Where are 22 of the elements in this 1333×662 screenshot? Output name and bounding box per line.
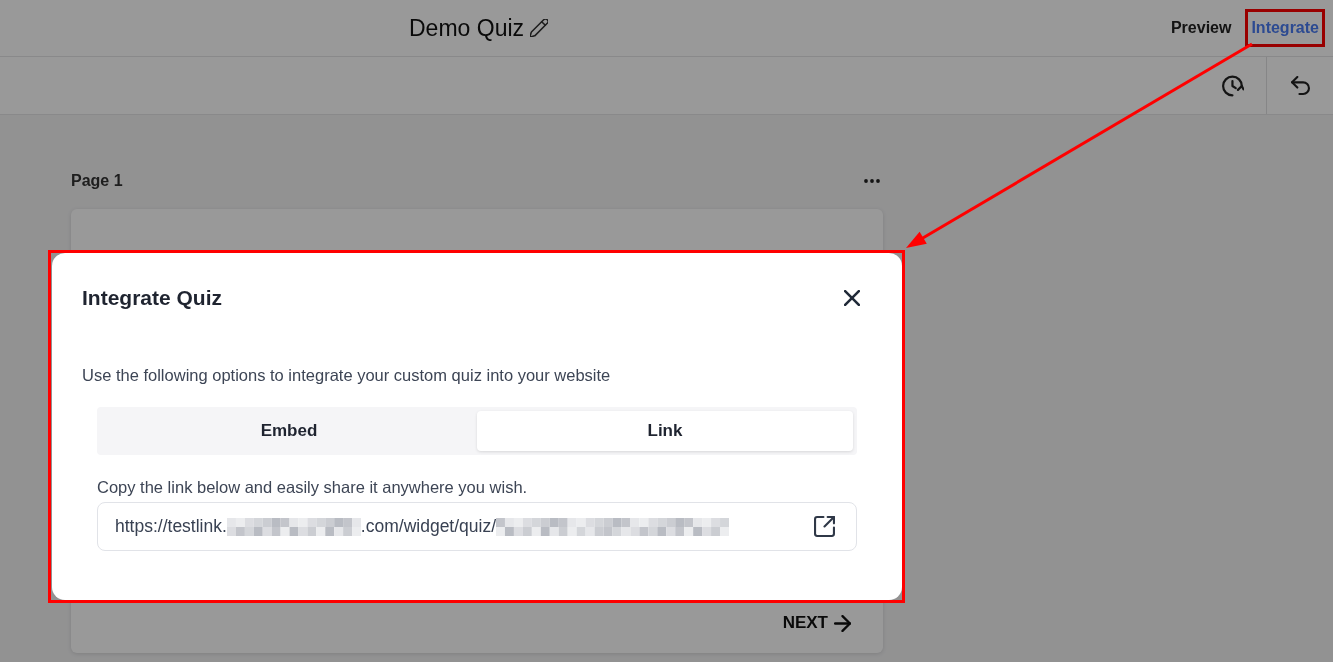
ellipsis-icon <box>864 179 880 183</box>
header-link[interactable]: Preview <box>1170 17 1232 39</box>
link-field[interactable]: https://testlink. .com/widget/quiz/ <box>97 502 857 551</box>
pixelated-redaction-icon <box>226 517 361 536</box>
dialog-title: Integrate Quiz <box>82 286 223 310</box>
tab[interactable]: Embed <box>101 411 477 451</box>
undo-icon <box>1290 76 1310 95</box>
arrow-right-icon <box>834 614 851 632</box>
pixelated-redaction-icon <box>496 517 730 536</box>
history-clock-icon <box>1222 74 1244 97</box>
quiz-title: Demo Quiz <box>409 14 525 42</box>
page-title: Page 1 <box>71 172 123 190</box>
open-link-button[interactable] <box>812 514 836 539</box>
next-button[interactable]: NEXT <box>782 613 851 633</box>
pencil-edit-icon[interactable] <box>530 19 549 37</box>
url-text: .com/widget/quiz/ <box>360 516 497 537</box>
tab[interactable]: Link <box>477 411 853 451</box>
link-label: Copy the link below and easily share it anywhere you wish. <box>97 477 529 497</box>
external-link-icon <box>813 516 835 537</box>
close-icon <box>844 290 860 306</box>
dialog-description: Use the following options to integrate your custom quiz into your website <box>82 365 612 385</box>
url-text: https://testlink. <box>115 516 227 537</box>
